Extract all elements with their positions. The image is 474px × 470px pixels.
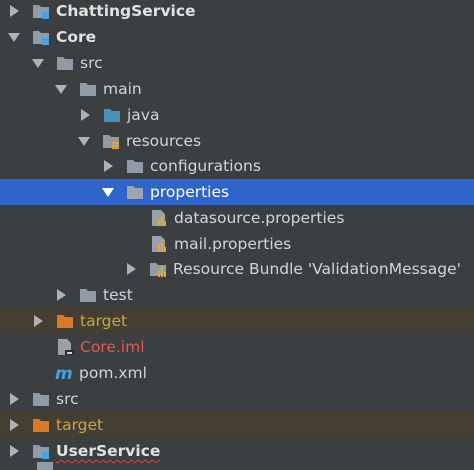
folder-icon xyxy=(79,287,97,303)
tree-item-label: src xyxy=(80,54,103,72)
tree-row-mail-properties[interactable]: mail.properties xyxy=(0,231,474,257)
expand-arrow-icon[interactable] xyxy=(34,315,43,327)
folder-icon xyxy=(126,158,144,174)
excluded-folder-icon xyxy=(32,417,50,433)
collapse-arrow-icon[interactable] xyxy=(32,58,44,68)
tree-item-label: Core xyxy=(56,28,97,46)
folder-icon xyxy=(79,81,97,97)
expand-arrow-icon[interactable] xyxy=(10,5,19,17)
tree-row-target[interactable]: target xyxy=(0,308,474,334)
tree-row-userservice[interactable]: UserService xyxy=(0,438,474,464)
tree-row-java[interactable]: java xyxy=(0,102,474,128)
tree-item-label: Core.iml xyxy=(80,338,145,356)
tree-item-label: mail.properties xyxy=(174,235,292,253)
tree-row-main[interactable]: main xyxy=(0,76,474,102)
folder-icon xyxy=(32,391,50,407)
tree-row-src-root[interactable]: src xyxy=(0,386,474,412)
tree-item-label: UserService xyxy=(56,442,161,460)
tree-item-label: target xyxy=(80,312,128,330)
tree-row-target-root[interactable]: target xyxy=(0,412,474,438)
properties-file-icon xyxy=(150,210,168,226)
tree-item-label: Resource Bundle 'ValidationMessage' xyxy=(173,260,461,278)
tree-item-label: target xyxy=(56,416,104,434)
svg-text:m: m xyxy=(55,365,73,381)
tree-row-configurations[interactable]: configurations xyxy=(0,153,474,179)
tree-row-properties[interactable]: properties xyxy=(0,179,474,205)
tree-item-label: pom.xml xyxy=(79,364,147,382)
expand-arrow-icon[interactable] xyxy=(10,393,19,405)
tree-row-chattingservice[interactable]: ChattingService xyxy=(0,0,474,24)
tree-item-label: src xyxy=(56,390,79,408)
tree-item-label: properties xyxy=(150,183,230,201)
folder-icon xyxy=(56,55,74,71)
module-folder-icon xyxy=(32,443,50,459)
tree-row-src[interactable]: src xyxy=(0,50,474,76)
properties-file-icon xyxy=(150,236,168,252)
expand-arrow-icon[interactable] xyxy=(10,445,19,457)
tree-item-label: test xyxy=(103,286,133,304)
tree-row-test[interactable]: test xyxy=(0,282,474,308)
tree-row-core[interactable]: Core xyxy=(0,24,474,50)
expand-arrow-icon[interactable] xyxy=(57,289,66,301)
excluded-folder-icon xyxy=(56,313,74,329)
collapse-arrow-icon[interactable] xyxy=(55,84,67,94)
folder-icon xyxy=(126,184,144,200)
module-folder-icon xyxy=(32,3,50,19)
module-folder-icon xyxy=(32,29,50,45)
tree-item-label: configurations xyxy=(150,157,261,175)
tree-item-label: resources xyxy=(126,132,202,150)
iml-file-icon xyxy=(56,339,74,355)
tree-row-resources[interactable]: resources xyxy=(0,128,474,154)
project-tree: ChattingService Core src main java resou… xyxy=(0,0,474,470)
collapse-arrow-icon[interactable] xyxy=(78,136,90,146)
collapse-arrow-icon[interactable] xyxy=(102,187,114,197)
tree-row-core-iml[interactable]: Core.iml xyxy=(0,334,474,360)
expand-arrow-icon[interactable] xyxy=(10,419,19,431)
folder-icon xyxy=(36,462,54,470)
resources-folder-icon xyxy=(102,133,120,149)
resource-bundle-icon xyxy=(149,261,167,277)
tree-row-pom-xml[interactable]: m pom.xml xyxy=(0,360,474,386)
expand-arrow-icon[interactable] xyxy=(81,109,90,121)
tree-item-label: ChattingService xyxy=(56,2,196,20)
tree-row-resource-bundle[interactable]: Resource Bundle 'ValidationMessage' xyxy=(0,256,474,282)
maven-pom-icon: m xyxy=(55,364,73,384)
tree-row-cropped xyxy=(0,462,474,470)
source-folder-icon xyxy=(103,107,121,123)
tree-row-datasource-properties[interactable]: datasource.properties xyxy=(0,205,474,231)
expand-arrow-icon[interactable] xyxy=(104,160,113,172)
expand-arrow-icon[interactable] xyxy=(127,263,136,275)
collapse-arrow-icon[interactable] xyxy=(8,32,20,42)
tree-item-label: java xyxy=(127,106,160,124)
tree-item-label: datasource.properties xyxy=(174,209,345,227)
tree-item-label: main xyxy=(103,80,142,98)
